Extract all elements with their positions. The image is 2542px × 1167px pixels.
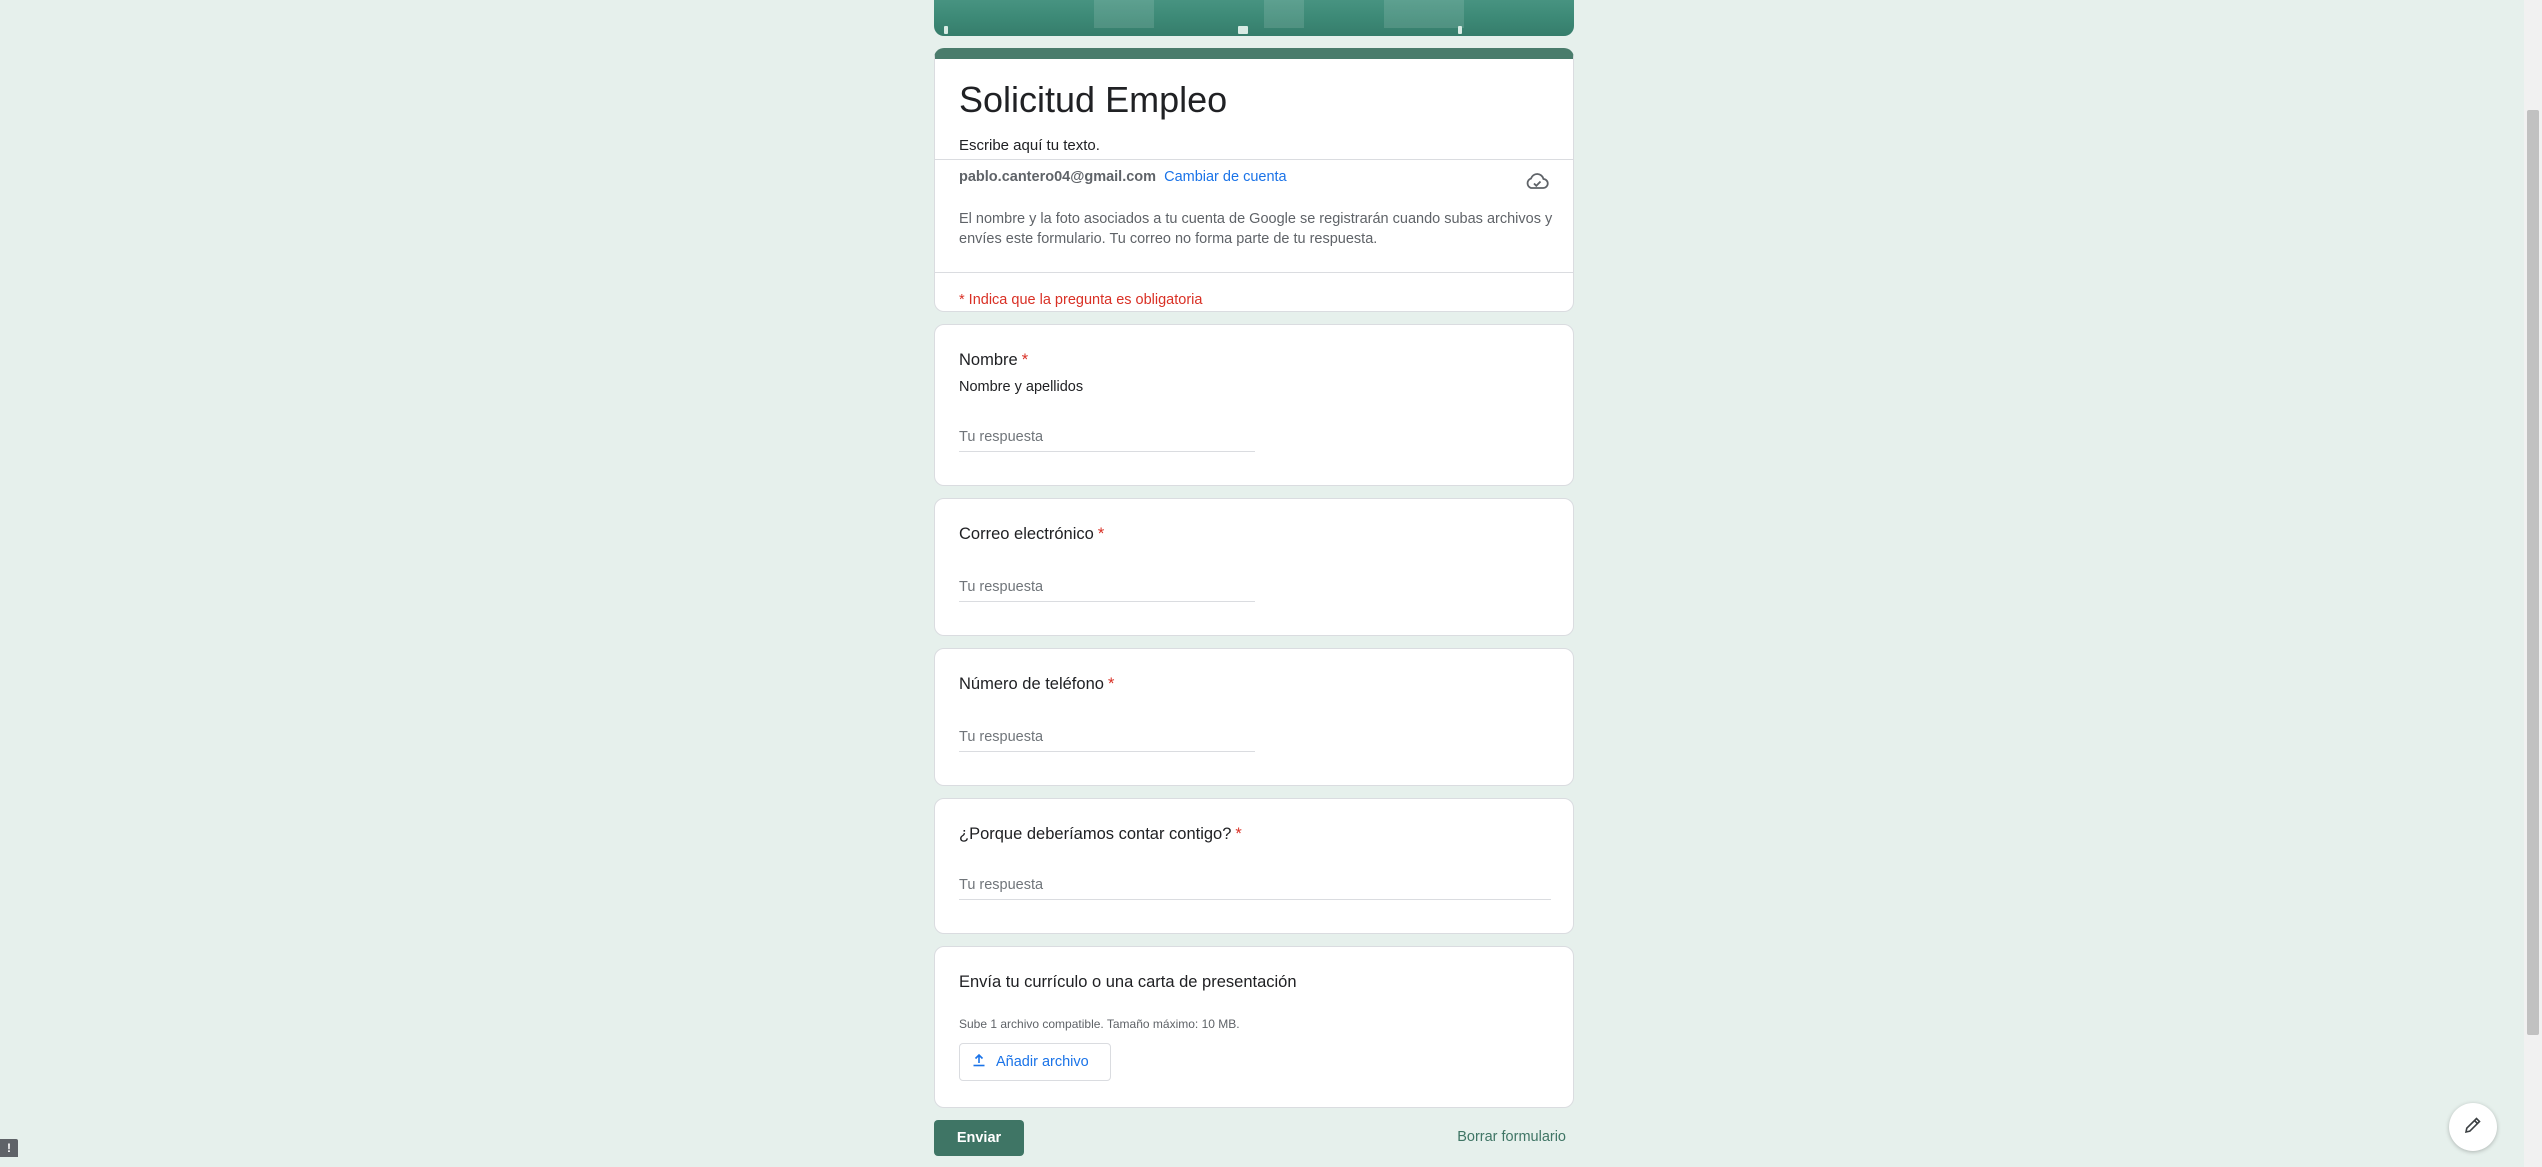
header-divider [935, 159, 1573, 160]
required-note: * Indica que la pregunta es obligatoria [959, 292, 1203, 308]
add-file-label: Añadir archivo [996, 1054, 1089, 1070]
add-file-button[interactable]: Añadir archivo [959, 1043, 1111, 1081]
question-card-nombre: Nombre * Nombre y apellidos [934, 324, 1574, 486]
question-label: Correo electrónico [959, 525, 1094, 543]
question-title: Nombre * [959, 351, 1028, 370]
upload-card: Envía tu currículo o una carta de presen… [934, 946, 1574, 1108]
upload-icon [972, 1053, 996, 1071]
clear-form-button[interactable]: Borrar formulario [1457, 1129, 1566, 1145]
account-email: pablo.cantero04@gmail.com [959, 169, 1157, 185]
required-star: * [1107, 675, 1115, 693]
question-label: Nombre [959, 351, 1018, 369]
form-description: Escribe aquí tu texto. [959, 137, 1100, 154]
question-card-motivo: ¿Porque deberíamos contar contigo? * [934, 798, 1574, 934]
upload-note: Sube 1 archivo compatible. Tamaño máximo… [959, 1017, 1240, 1031]
question-title: Número de teléfono * [959, 675, 1114, 694]
cloud-icon [1525, 171, 1549, 191]
motivation-input[interactable] [959, 877, 1551, 900]
question-card-correo: Correo electrónico * [934, 498, 1574, 636]
submit-button[interactable]: Enviar [934, 1120, 1024, 1156]
required-star: * [1235, 825, 1242, 843]
header-banner-image [934, 0, 1574, 36]
required-divider [935, 272, 1573, 273]
switch-account-link[interactable]: Cambiar de cuenta [1164, 169, 1287, 185]
question-card-telefono: Número de teléfono * [934, 648, 1574, 786]
form-title: Solicitud Empleo [959, 79, 1228, 120]
upload-title: Envía tu currículo o una carta de presen… [959, 973, 1297, 991]
required-star: * [1021, 351, 1029, 369]
edit-pencil-icon [2463, 1115, 2483, 1140]
nombre-input[interactable] [959, 429, 1255, 452]
privacy-note: El nombre y la foto asociados a tu cuent… [959, 211, 1553, 247]
account-line: pablo.cantero04@gmail.com Cambiar de cue… [959, 169, 1287, 185]
email-input[interactable] [959, 579, 1255, 602]
question-title: ¿Porque deberíamos contar contigo? * [959, 825, 1242, 844]
question-title: Correo electrónico * [959, 525, 1104, 544]
phone-input[interactable] [959, 729, 1255, 752]
required-star: * [1097, 525, 1105, 543]
scrollbar-thumb[interactable] [2527, 110, 2539, 1035]
question-label: ¿Porque deberíamos contar contigo? [959, 825, 1232, 843]
question-label: Número de teléfono [959, 675, 1104, 693]
edit-form-button[interactable] [2449, 1103, 2497, 1151]
page-scrollbar[interactable] [2524, 0, 2542, 1167]
feedback-button[interactable]: ! [0, 1139, 18, 1157]
question-description: Nombre y apellidos [959, 379, 1084, 395]
form-header-card: Solicitud Empleo Escribe aquí tu texto. … [934, 48, 1574, 312]
